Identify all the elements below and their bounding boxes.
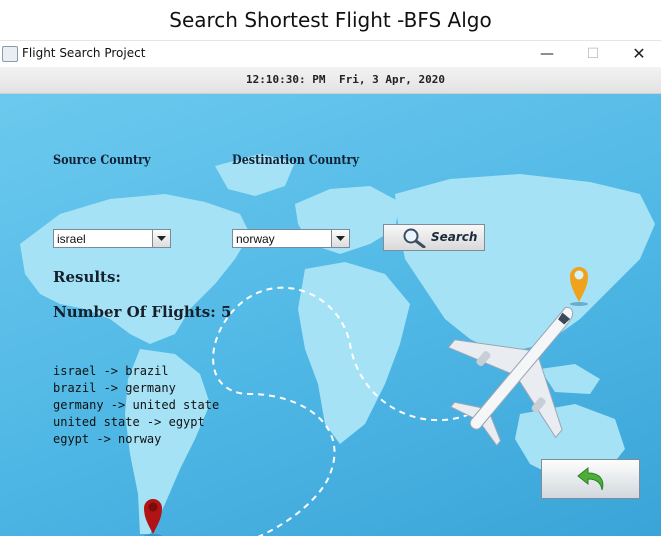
results-heading: Results:	[53, 268, 121, 286]
route-item: united state -> egypt	[53, 415, 205, 429]
flights-count: Number Of Flights: 5	[53, 303, 232, 321]
back-arrow-icon	[577, 466, 604, 491]
page-caption: Search Shortest Flight -BFS Algo	[169, 8, 492, 32]
app-window: Flight Search Project — ☐ ✕ 12:10:30: PM…	[0, 40, 661, 536]
clock-time: 12:10:30: PM	[246, 73, 326, 86]
maximize-button[interactable]: ☐	[570, 41, 616, 67]
chevron-down-icon	[336, 236, 345, 241]
destination-country-select[interactable]: norway	[232, 229, 350, 248]
java-cup-icon	[2, 46, 18, 62]
clock-date: Fri, 3 Apr, 2020	[339, 73, 445, 86]
clock-bar: 12:10:30: PM Fri, 3 Apr, 2020	[0, 67, 661, 94]
airplane-icon	[447, 306, 574, 447]
source-dropdown-button[interactable]	[152, 230, 170, 247]
back-button[interactable]	[541, 459, 640, 499]
destination-country-value: norway	[236, 232, 275, 246]
origin-pin-icon	[144, 499, 162, 536]
search-icon	[403, 228, 426, 248]
route-list: israel -> brazil brazil -> germany germa…	[53, 363, 219, 448]
source-country-label: Source Country	[53, 153, 151, 168]
title-bar[interactable]: Flight Search Project — ☐ ✕	[0, 41, 661, 67]
chevron-down-icon	[157, 236, 166, 241]
route-item: germany -> united state	[53, 398, 220, 412]
window-title: Flight Search Project	[22, 46, 146, 60]
source-country-select[interactable]: israel	[53, 229, 171, 248]
route-item: egypt -> norway	[53, 432, 162, 446]
close-button[interactable]: ✕	[616, 41, 661, 67]
source-country-value: israel	[57, 232, 86, 246]
search-button[interactable]: Search	[383, 224, 485, 251]
minimize-button[interactable]: —	[524, 41, 570, 67]
destination-country-label: Destination Country	[232, 153, 359, 168]
route-item: brazil -> germany	[53, 381, 176, 395]
destination-dropdown-button[interactable]	[331, 230, 349, 247]
route-item: israel -> brazil	[53, 364, 169, 378]
search-button-label: Search	[431, 230, 478, 244]
